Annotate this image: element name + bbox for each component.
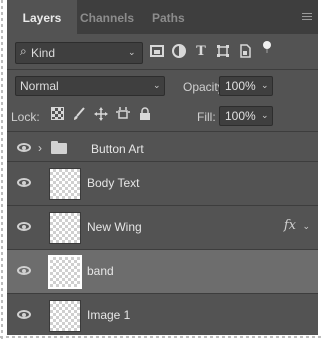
separator: [7, 69, 318, 70]
tab-channels[interactable]: Channels: [80, 0, 134, 34]
filter-kind-label: Kind: [31, 46, 56, 60]
selection-border-bottom: [0, 336, 321, 338]
filter-toggle-icon[interactable]: [259, 40, 275, 56]
smart-object-filter-icon[interactable]: [237, 44, 253, 60]
lock-image-pixels-icon[interactable]: [71, 107, 87, 123]
layer-name: Button Art: [91, 142, 144, 156]
image-filter-icon[interactable]: [149, 44, 165, 60]
layer-thumbnail: [48, 255, 82, 289]
fill-value: 100%: [225, 109, 256, 123]
shape-filter-icon[interactable]: [215, 44, 231, 60]
lock-position-icon[interactable]: [93, 107, 109, 123]
chevron-down-icon[interactable]: ⌄: [302, 221, 310, 232]
panel-menu-icon[interactable]: [302, 13, 312, 22]
fill-label: Fill:: [197, 110, 216, 124]
visibility-eye-icon[interactable]: [17, 266, 31, 275]
opacity-chevron-icon[interactable]: ⌄: [261, 80, 269, 91]
disclosure-triangle-icon[interactable]: ›: [38, 141, 42, 155]
chevron-down-icon: ⌄: [128, 47, 136, 57]
blend-mode-select[interactable]: Normal ⌄: [15, 76, 165, 96]
folder-icon: [51, 141, 67, 154]
type-filter-icon[interactable]: T: [193, 44, 209, 60]
fill-chevron-icon[interactable]: ⌄: [261, 110, 269, 121]
visibility-eye-icon[interactable]: [17, 310, 31, 319]
tab-paths[interactable]: Paths: [152, 0, 185, 34]
lock-artboard-icon[interactable]: [115, 107, 131, 123]
layer-name: band: [87, 264, 114, 278]
layer-thumbnail: [49, 300, 81, 332]
search-icon: ⌕: [20, 44, 27, 58]
opacity-value: 100%: [225, 79, 256, 93]
visibility-eye-icon[interactable]: [17, 178, 31, 187]
layer-row-selected[interactable]: band: [7, 250, 318, 293]
visibility-eye-icon[interactable]: [17, 222, 31, 231]
visibility-eye-icon[interactable]: [17, 143, 31, 152]
layer-name: New Wing: [87, 220, 142, 234]
layer-name: Image 1: [87, 308, 131, 322]
layer-thumbnail: [49, 212, 81, 244]
chevron-down-icon: ⌄: [153, 80, 161, 90]
tab-layers[interactable]: Layers: [7, 0, 77, 34]
layer-thumbnail: [49, 168, 81, 200]
layer-row[interactable]: New Wing fx ⌄: [7, 206, 318, 249]
lock-all-icon[interactable]: [137, 107, 153, 123]
layer-group-row[interactable]: › Button Art: [7, 135, 318, 161]
layer-row[interactable]: Image 1: [7, 294, 318, 335]
layer-effects-icon[interactable]: fx: [284, 218, 296, 233]
adjustment-filter-icon[interactable]: [171, 44, 187, 60]
layers-panel: Layers Channels Paths ⌕ Kind ⌄ T Normal …: [7, 0, 318, 335]
panel-tab-bar: Layers Channels Paths: [7, 0, 318, 34]
separator: [7, 131, 318, 132]
selection-border-left: [1, 0, 3, 339]
lock-label: Lock:: [11, 110, 40, 124]
filter-kind-select[interactable]: ⌕ Kind ⌄: [15, 42, 143, 64]
lock-transparent-pixels-icon[interactable]: [49, 107, 65, 123]
blend-mode-value: Normal: [20, 79, 59, 93]
layer-name: Body Text: [87, 176, 140, 190]
layer-row[interactable]: Body Text: [7, 162, 318, 205]
